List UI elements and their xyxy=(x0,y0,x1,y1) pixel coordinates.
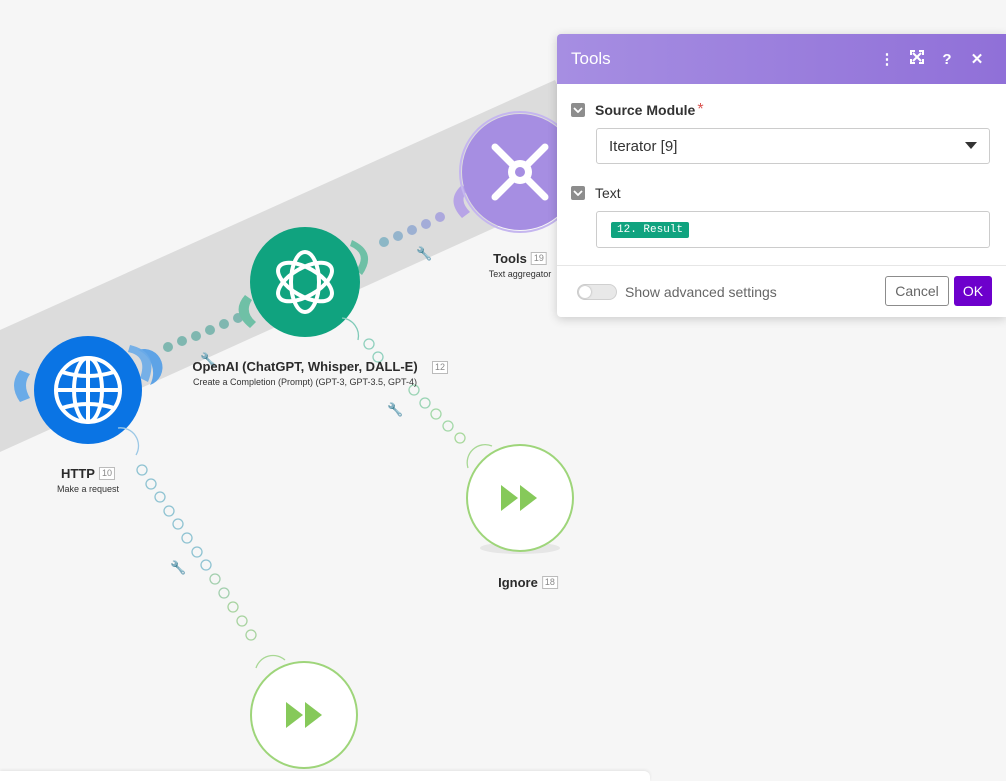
source-module-checkbox[interactable] xyxy=(571,103,585,117)
openai-module-name: OpenAI (ChatGPT, Whisper, DALL-E) xyxy=(192,359,418,374)
tools-module-name: Tools xyxy=(493,251,527,266)
module-settings-panel: Tools ⋮ ? ✕ Source Module * Iterator [9]… xyxy=(557,34,1006,317)
expand-icon[interactable] xyxy=(902,50,932,68)
ignore-module-bottom[interactable] xyxy=(250,661,358,769)
filter-wrench-icon[interactable]: 🔧 xyxy=(170,559,186,576)
http-module[interactable] xyxy=(34,336,142,444)
tools-module-id: 19 xyxy=(530,252,547,265)
text-row: Text xyxy=(571,185,621,201)
filter-wrench-icon[interactable]: 🔧 xyxy=(387,401,403,418)
panel-divider xyxy=(557,265,1006,266)
openai-module[interactable] xyxy=(250,227,360,337)
openai-module-id: 12 xyxy=(432,361,449,374)
http-module-id: 10 xyxy=(98,467,115,480)
cancel-button[interactable]: Cancel xyxy=(885,276,949,306)
source-module-select[interactable]: Iterator [9] xyxy=(596,128,990,164)
panel-header: Tools ⋮ ? ✕ xyxy=(557,34,1006,84)
text-input[interactable]: 12. Result xyxy=(596,211,990,248)
connector-openai-ignore xyxy=(341,317,493,469)
ignore-module[interactable] xyxy=(466,444,574,554)
bottom-toolbar-edge xyxy=(0,771,650,781)
svg-text:🔧: 🔧 xyxy=(387,401,403,418)
text-checkbox[interactable] xyxy=(571,186,585,200)
globe-icon xyxy=(54,356,122,424)
ignore-module-id: 18 xyxy=(541,576,558,589)
connector-http-ignore xyxy=(117,427,286,669)
filter-wrench-icon[interactable]: 🔧 xyxy=(416,245,432,262)
svg-text:🔧: 🔧 xyxy=(416,245,432,262)
http-module-label: HTTP 10 Make a request xyxy=(57,466,119,494)
text-label: Text xyxy=(595,185,621,201)
close-icon[interactable]: ✕ xyxy=(962,50,992,68)
http-module-subtitle: Make a request xyxy=(56,484,120,494)
ok-button[interactable]: OK xyxy=(954,276,992,306)
required-mark: * xyxy=(697,101,704,118)
http-module-name: HTTP xyxy=(61,466,95,481)
openai-module-label: OpenAI (ChatGPT, Whisper, DALL-E) Create… xyxy=(192,359,417,387)
svg-text:🔧: 🔧 xyxy=(170,559,186,576)
toggle-knob xyxy=(579,286,591,298)
more-vertical-icon[interactable]: ⋮ xyxy=(872,50,902,68)
advanced-settings-toggle[interactable] xyxy=(577,284,617,300)
source-module-label: Source Module xyxy=(595,102,696,118)
chevron-down-icon xyxy=(965,142,977,149)
advanced-settings-label: Show advanced settings xyxy=(625,284,777,300)
source-module-value: Iterator [9] xyxy=(609,137,678,155)
tools-module-label: Tools 19 Text aggregator xyxy=(489,251,552,279)
result-token[interactable]: 12. Result xyxy=(611,221,690,238)
help-icon[interactable]: ? xyxy=(932,51,962,68)
openai-module-subtitle: Create a Completion (Prompt) (GPT-3, GPT… xyxy=(192,377,418,387)
ignore-module-name: Ignore xyxy=(498,575,538,590)
tools-module-subtitle: Text aggregator xyxy=(488,269,552,279)
panel-title: Tools xyxy=(571,49,611,68)
ignore-module-label: Ignore 18 xyxy=(498,575,558,590)
source-module-row: Source Module * xyxy=(571,101,704,119)
